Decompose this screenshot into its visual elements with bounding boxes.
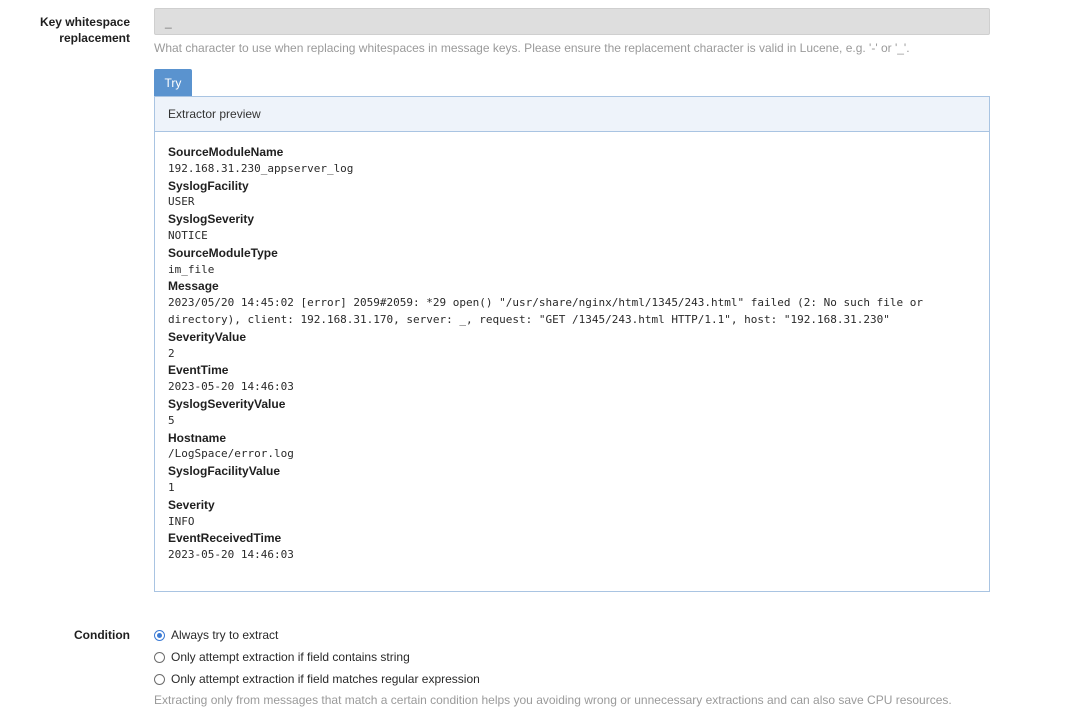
field-value-hostname: /LogSpace/error.log — [168, 447, 294, 461]
field-value-syslog-facility-value: 1 — [168, 480, 175, 494]
field-name-syslog-facility-value: SyslogFacilityValue — [168, 464, 281, 479]
field-name-source-module-type: SourceModuleType — [168, 245, 278, 260]
radio-unchecked-icon[interactable] — [154, 651, 165, 663]
field-value-source-module-type: im_file — [168, 262, 215, 276]
field-name-hostname: Hostname — [168, 430, 227, 445]
field-value-syslog-severity: NOTICE — [168, 228, 208, 242]
condition-option-always[interactable]: Always try to extract — [154, 628, 278, 642]
field-name-event-received-time: EventReceivedTime — [168, 531, 282, 546]
field-value-severity: INFO — [168, 514, 195, 528]
condition-option-label: Only attempt extraction if field contain… — [171, 650, 410, 664]
field-name-event-time: EventTime — [168, 363, 229, 378]
field-name-message: Message — [168, 279, 219, 294]
condition-option-label: Only attempt extraction if field matches… — [171, 672, 480, 686]
field-name-syslog-severity-value: SyslogSeverityValue — [168, 396, 286, 411]
extractor-preview-body: SourceModuleName 192.168.31.230_appserve… — [155, 132, 989, 564]
extractor-preview-panel: Extractor preview SourceModuleName 192.1… — [154, 96, 990, 592]
condition-label: Condition — [74, 628, 130, 642]
field-name-severity-value: SeverityValue — [168, 329, 247, 344]
radio-unchecked-icon[interactable] — [154, 673, 165, 685]
field-name-severity: Severity — [168, 497, 215, 512]
field-value-event-received-time: 2023-05-20 14:46:03 — [168, 548, 294, 562]
try-button[interactable]: Try — [154, 69, 192, 97]
field-value-source-module-name: 192.168.31.230_appserver_log — [168, 161, 354, 175]
field-value-syslog-severity-value: 5 — [168, 413, 175, 427]
condition-option-contains-string[interactable]: Only attempt extraction if field contain… — [154, 650, 410, 664]
condition-option-label: Always try to extract — [171, 628, 279, 642]
whitespace-replacement-label: Key whitespace replacement — [39, 15, 130, 45]
field-name-syslog-severity: SyslogSeverity — [168, 212, 255, 227]
extractor-preview-title: Extractor preview — [155, 97, 989, 132]
whitespace-help-text: What character to use when replacing whi… — [154, 41, 910, 55]
condition-option-regex[interactable]: Only attempt extraction if field matches… — [154, 672, 480, 686]
field-name-source-module-name: SourceModuleName — [168, 145, 284, 159]
field-value-syslog-facility: USER — [168, 195, 195, 209]
field-value-message: 2023/05/20 14:45:02 [error] 2059#2059: *… — [168, 296, 930, 326]
field-value-severity-value: 2 — [168, 346, 175, 360]
field-name-syslog-facility: SyslogFacility — [168, 178, 249, 193]
condition-help-text: Extracting only from messages that match… — [154, 693, 952, 707]
whitespace-replacement-input[interactable]: _ — [154, 8, 990, 35]
field-value-event-time: 2023-05-20 14:46:03 — [168, 380, 294, 394]
radio-checked-icon[interactable] — [154, 629, 165, 641]
